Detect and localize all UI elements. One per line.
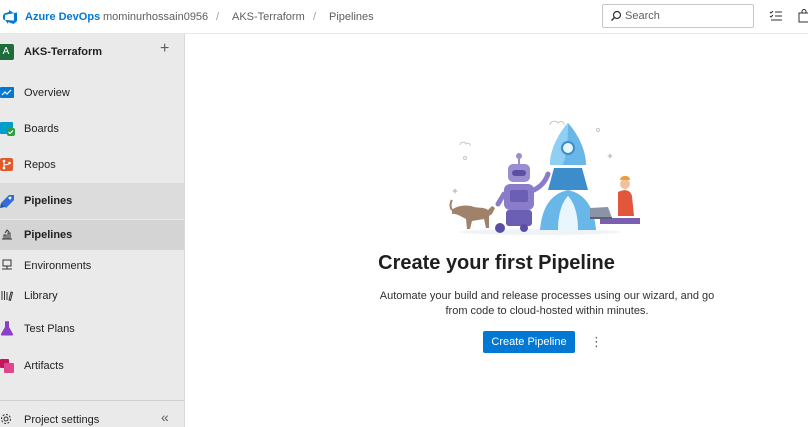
sidebar-item-repos[interactable]: Repos	[0, 147, 184, 183]
breadcrumb-organization[interactable]: mominurhossain0956	[103, 11, 208, 23]
sidebar-item-pipelines[interactable]: Pipelines	[0, 183, 184, 219]
shopping-bag-icon[interactable]	[797, 9, 808, 23]
sidebar: A AKS-Terraform + Overview Boards Repos	[0, 34, 185, 427]
sidebar-subitem-environments[interactable]: Environments	[0, 251, 184, 281]
brand-link[interactable]: Azure DevOps	[25, 11, 100, 23]
overview-icon	[0, 87, 14, 98]
page-title: Create your first Pipeline	[378, 252, 615, 274]
project-settings-label: Project settings	[24, 414, 100, 426]
sidebar-item-label: Artifacts	[24, 360, 64, 372]
project-name[interactable]: AKS-Terraform	[24, 46, 102, 58]
sidebar-subitem-library[interactable]: Library	[0, 281, 184, 311]
breadcrumb-separator: /	[313, 11, 317, 23]
sidebar-item-label: Repos	[24, 159, 56, 171]
repos-icon	[0, 158, 13, 171]
azure-devops-logo-icon[interactable]	[2, 9, 18, 25]
sidebar-item-label: Boards	[24, 123, 59, 135]
sidebar-item-label: Pipelines	[24, 195, 73, 207]
sidebar-item-test-plans[interactable]: Test Plans	[0, 311, 184, 347]
pipelines-icon	[0, 195, 14, 208]
sidebar-subitem-label: Environments	[24, 260, 92, 272]
sidebar-item-label: Test Plans	[24, 323, 75, 335]
project-avatar: A	[0, 44, 14, 60]
gear-icon	[1, 414, 11, 424]
library-icon	[1, 291, 13, 301]
top-bar: Azure DevOps mominurhossain0956 / AKS-Te…	[0, 0, 808, 34]
sidebar-item-artifacts[interactable]: Artifacts	[0, 348, 184, 384]
sidebar-subitem-label: Pipelines	[24, 229, 73, 241]
pipeline-sub-icon	[2, 229, 12, 240]
task-list-icon[interactable]	[769, 9, 783, 23]
breadcrumb-separator: /	[216, 11, 220, 23]
search-input[interactable]	[625, 8, 749, 24]
sidebar-item-label: Overview	[24, 87, 70, 99]
add-icon[interactable]: +	[160, 40, 169, 58]
search-icon	[611, 10, 622, 21]
project-settings[interactable]: Project settings «	[0, 400, 184, 427]
sidebar-subitem-pipelines[interactable]: Pipelines	[0, 220, 184, 250]
pipeline-illustration	[449, 120, 640, 235]
breadcrumb-project[interactable]: AKS-Terraform	[232, 11, 305, 23]
more-options-icon[interactable]: ⋮	[590, 334, 603, 350]
breadcrumb-page[interactable]: Pipelines	[329, 11, 374, 23]
create-pipeline-button[interactable]: Create Pipeline	[483, 331, 575, 353]
artifacts-icon	[0, 359, 14, 373]
boards-icon	[0, 122, 15, 136]
sidebar-subitem-label: Library	[24, 290, 58, 302]
page-description: Automate your build and release processe…	[379, 290, 715, 317]
test-plans-icon	[0, 321, 14, 336]
project-header[interactable]: A AKS-Terraform +	[0, 34, 184, 70]
search-box[interactable]	[602, 4, 754, 28]
sidebar-item-boards[interactable]: Boards	[0, 111, 184, 147]
environments-icon	[2, 259, 12, 270]
collapse-sidebar-icon[interactable]: «	[161, 409, 169, 425]
sidebar-item-overview[interactable]: Overview	[0, 75, 184, 111]
